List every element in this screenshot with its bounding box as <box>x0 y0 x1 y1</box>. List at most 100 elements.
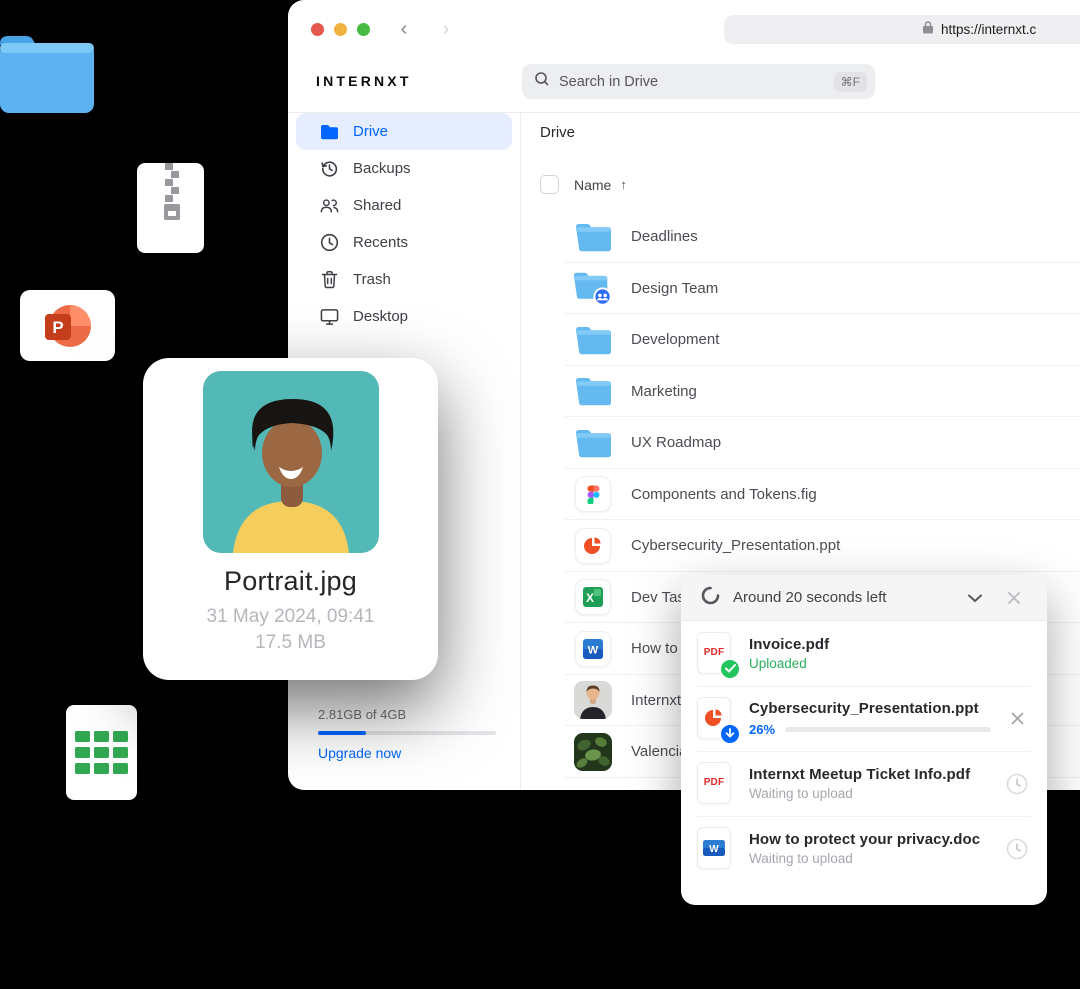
preview-date: 31 May 2024, 09:41 <box>143 606 438 628</box>
storage-progress-bar <box>318 731 496 735</box>
file-name: Deadlines <box>631 228 698 245</box>
sidebar-item-desktop[interactable]: Desktop <box>296 298 512 335</box>
upload-item-status: Waiting to upload <box>749 786 991 801</box>
name-column-header[interactable]: Name <box>574 177 611 193</box>
file-name: Design Team <box>631 280 718 297</box>
upgrade-now-link[interactable]: Upgrade now <box>318 745 496 761</box>
search-placeholder: Search in Drive <box>559 74 834 90</box>
monitor-icon <box>320 307 339 326</box>
doc-file-icon: W <box>697 827 735 871</box>
xls-icon: X <box>573 577 613 617</box>
upload-item: Cybersecurity_Presentation.ppt26% <box>681 686 1047 751</box>
file-name: Cybersecurity_Presentation.ppt <box>631 537 840 554</box>
preview-filename: Portrait.jpg <box>143 566 438 597</box>
file-preview-card: Portrait.jpg 31 May 2024, 09:41 17.5 MB <box>143 358 438 680</box>
upload-status-text: Around 20 seconds left <box>733 589 949 606</box>
sidebar-item-backups[interactable]: Backups <box>296 150 512 187</box>
file-row[interactable]: UX Roadmap <box>520 417 1080 469</box>
upload-item-name: Invoice.pdf <box>749 636 1029 653</box>
folder-icon <box>573 371 613 411</box>
sidebar-item-label: Shared <box>353 197 401 214</box>
file-name: Development <box>631 331 719 348</box>
screen: P ‹ › https://internxt.c <box>0 0 1080 989</box>
ppt-icon <box>573 526 613 566</box>
svg-text:X: X <box>586 591 594 605</box>
folder-icon <box>573 423 613 463</box>
folder-shared-icon <box>573 268 613 308</box>
sidebar-item-label: Backups <box>353 160 411 177</box>
zoom-window-button[interactable] <box>357 23 370 36</box>
sidebar-item-label: Trash <box>353 271 391 288</box>
file-row[interactable]: Development <box>520 314 1080 366</box>
portrait-photo <box>203 371 379 553</box>
pdf-file-icon: PDF <box>697 762 735 806</box>
storage-widget: 2.81GB of 4GB Upgrade now <box>318 707 496 761</box>
upload-item-name: How to protect your privacy.doc <box>749 831 991 848</box>
sidebar-item-shared[interactable]: Shared <box>296 187 512 224</box>
file-name: Marketing <box>631 383 697 400</box>
file-name: Internxt <box>631 692 681 709</box>
folder-icon[interactable] <box>0 30 96 120</box>
waiting-clock-icon <box>1005 837 1029 861</box>
preview-size: 17.5 MB <box>143 632 438 654</box>
forward-button[interactable]: › <box>436 16 456 42</box>
upload-item-status: Uploaded <box>749 656 1029 671</box>
select-all-checkbox[interactable] <box>540 175 559 194</box>
upload-item: PDF Internxt Meetup Ticket Info.pdf Waitin… <box>681 751 1047 816</box>
search-input[interactable]: Search in Drive ⌘F <box>522 64 875 99</box>
close-window-button[interactable] <box>311 23 324 36</box>
search-shortcut-badge: ⌘F <box>834 72 867 92</box>
sort-ascending-icon[interactable]: ↑ <box>620 177 627 192</box>
clock-icon <box>320 233 339 252</box>
upload-progress-panel: Around 20 seconds left PDF Invoice.pdf Upl… <box>681 575 1047 905</box>
cancel-upload-icon[interactable] <box>1005 707 1029 731</box>
page-title: Drive <box>540 124 575 141</box>
uploading-arrow-badge <box>719 723 741 745</box>
folder-icon <box>573 320 613 360</box>
sidebar-item-trash[interactable]: Trash <box>296 261 512 298</box>
window-controls <box>311 23 370 36</box>
sidebar-item-label: Recents <box>353 234 408 251</box>
url-text: https://internxt.c <box>941 22 1036 37</box>
file-row[interactable]: Components and Tokens.fig <box>520 469 1080 521</box>
folder-icon <box>320 122 339 141</box>
sidebar-item-recents[interactable]: Recents <box>296 224 512 261</box>
close-panel-icon[interactable] <box>1001 585 1027 611</box>
upload-item-name: Cybersecurity_Presentation.ppt <box>749 700 991 717</box>
upload-item-status: Waiting to upload <box>749 851 991 866</box>
upload-item-name: Internxt Meetup Ticket Info.pdf <box>749 766 991 783</box>
uploaded-check-badge <box>719 658 741 680</box>
file-name: UX Roadmap <box>631 434 721 451</box>
upload-panel-header: Around 20 seconds left <box>681 575 1047 621</box>
zip-file-icon[interactable] <box>137 163 204 253</box>
file-name: Components and Tokens.fig <box>631 486 817 503</box>
photo-portrait-icon <box>573 680 613 720</box>
doc-icon: W <box>573 629 613 669</box>
powerpoint-file-icon[interactable]: P <box>20 290 115 361</box>
storage-usage-text: 2.81GB of 4GB <box>318 707 496 722</box>
ppt-file-icon <box>697 697 735 741</box>
file-row[interactable]: Design Team <box>520 263 1080 315</box>
figma-icon <box>573 474 613 514</box>
address-bar[interactable]: https://internxt.c <box>724 15 1080 44</box>
lock-icon <box>922 20 934 39</box>
upload-progress-bar <box>785 727 991 732</box>
minimize-window-button[interactable] <box>334 23 347 36</box>
spinner-icon <box>701 586 720 610</box>
back-button[interactable]: ‹ <box>394 16 414 42</box>
file-row[interactable]: Deadlines <box>520 211 1080 263</box>
svg-text:W: W <box>588 644 599 656</box>
spreadsheet-file-icon[interactable] <box>66 705 137 800</box>
upload-item: PDFInvoice.pdfUploaded <box>681 621 1047 686</box>
svg-text:W: W <box>709 844 719 855</box>
file-name: Valencia <box>631 743 687 760</box>
sidebar-item-label: Desktop <box>353 308 408 325</box>
file-row[interactable]: Marketing <box>520 366 1080 418</box>
file-row[interactable]: Cybersecurity_Presentation.ppt <box>520 520 1080 572</box>
history-icon <box>320 159 339 178</box>
chevron-down-icon[interactable] <box>962 585 988 611</box>
sidebar-item-drive[interactable]: Drive <box>296 113 512 150</box>
sidebar-item-label: Drive <box>353 123 388 140</box>
waiting-clock-icon <box>1005 772 1029 796</box>
upload-item: W How to protect your privacy.doc Waiting … <box>681 816 1047 881</box>
